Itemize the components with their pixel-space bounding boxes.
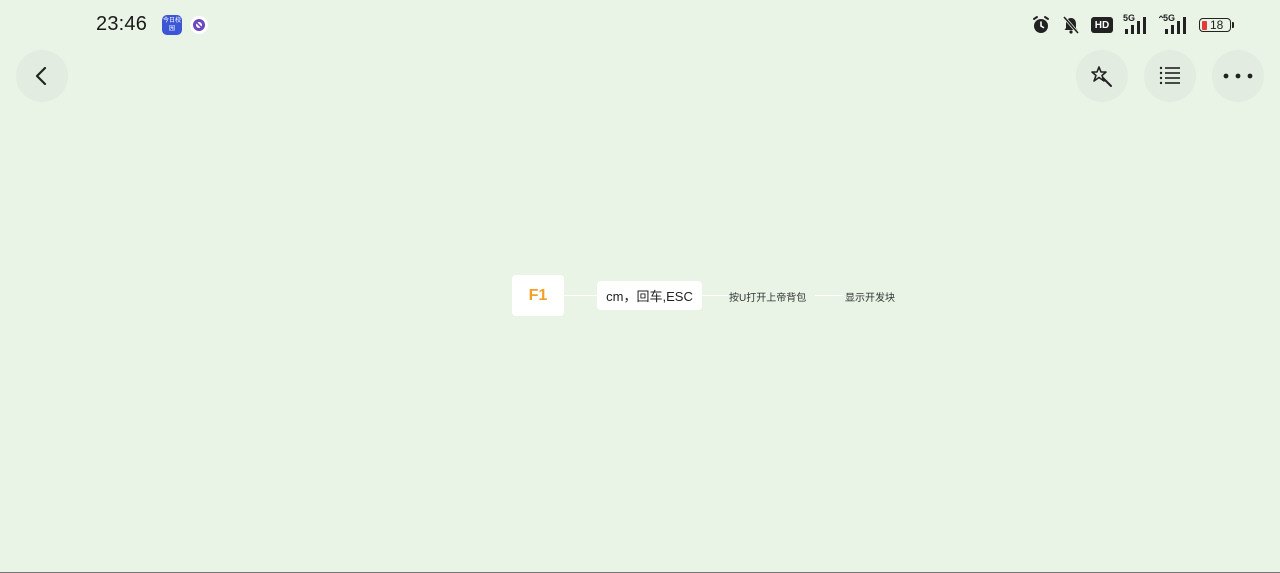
mindmap-node-level1[interactable]: cm，回车,ESC bbox=[597, 281, 702, 310]
connector-level2-level3 bbox=[815, 295, 844, 296]
hd-label: HD bbox=[1094, 19, 1110, 31]
magic-pen-button[interactable] bbox=[1076, 50, 1128, 102]
mindmap-node-level3[interactable]: 显示开发块 bbox=[845, 286, 895, 306]
connector-level1-level2 bbox=[702, 295, 728, 296]
circle-app-icon bbox=[190, 16, 208, 34]
mindmap-canvas[interactable]: F1 cm，回车,ESC 按U打开上帝背包 显示开发块 bbox=[0, 110, 1280, 570]
back-button[interactable] bbox=[16, 50, 68, 102]
outline-list-button[interactable] bbox=[1144, 50, 1196, 102]
battery-body: 18 bbox=[1199, 18, 1231, 32]
mindmap-root-node[interactable]: F1 bbox=[512, 275, 564, 316]
more-options-button[interactable] bbox=[1212, 50, 1264, 102]
battery-icon: 18 bbox=[1199, 18, 1234, 32]
battery-fill bbox=[1202, 20, 1207, 30]
signal-5g-icon: 5G bbox=[1159, 13, 1189, 35]
back-arrow-icon bbox=[35, 66, 47, 86]
more-dots-icon bbox=[1223, 73, 1253, 79]
mindmap-node-level2[interactable]: 按U打开上帝背包 bbox=[729, 286, 806, 306]
alarm-icon bbox=[1031, 15, 1051, 35]
connector-root-level1 bbox=[564, 295, 597, 296]
battery-tip bbox=[1232, 22, 1234, 28]
battery-level: 18 bbox=[1210, 18, 1224, 32]
mute-bell-icon bbox=[1061, 15, 1081, 35]
magic-pen-icon bbox=[1091, 66, 1112, 87]
status-icons: HD 5G 5G 18 bbox=[1031, 13, 1234, 37]
signal-5g-icon: 5G bbox=[1123, 13, 1149, 35]
news-app-label: 今日校园 bbox=[162, 17, 181, 32]
list-icon bbox=[1159, 66, 1180, 85]
hd-icon: HD bbox=[1091, 17, 1113, 33]
status-time: 23:46 bbox=[96, 13, 148, 35]
status-bar: 23:46 今日校园 HD 5G 5G 18 bbox=[0, 0, 1280, 50]
news-app-icon: 今日校园 bbox=[162, 15, 182, 35]
